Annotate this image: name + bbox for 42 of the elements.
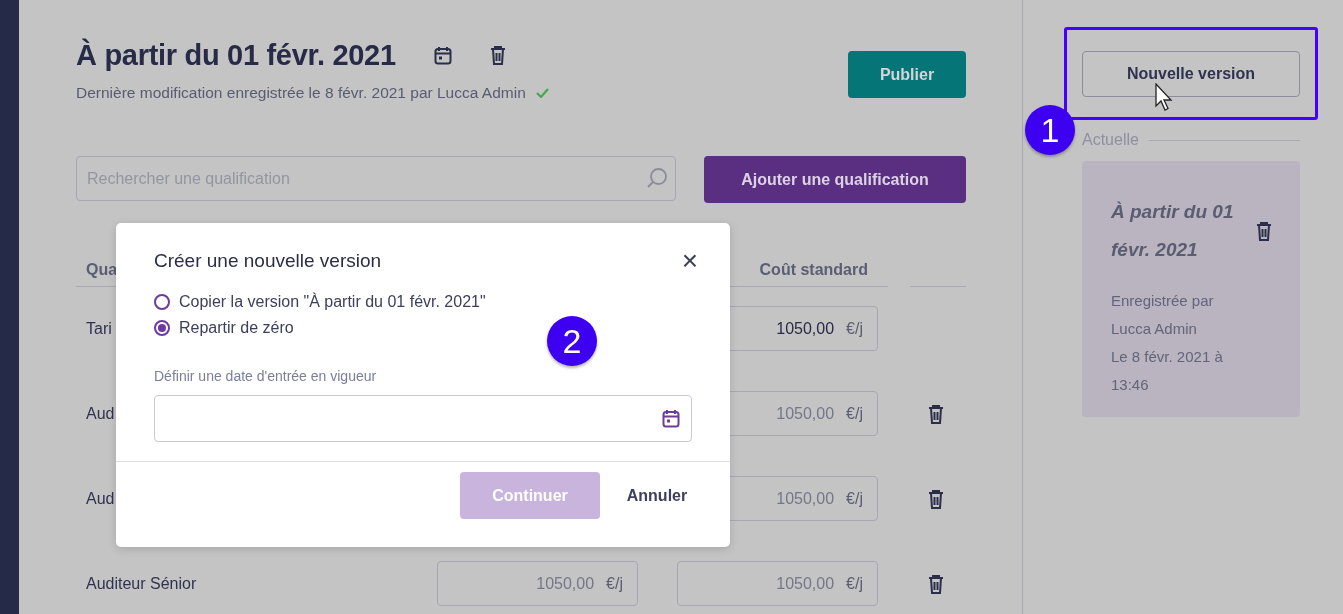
calendar-icon[interactable] (433, 45, 452, 65)
cost-value: 1050,00 (776, 574, 835, 593)
radio-button[interactable] (154, 294, 170, 310)
version-author-text: Enregistrée par Lucca Admin (1111, 291, 1215, 339)
close-button[interactable]: × (681, 247, 698, 275)
unit-label: €/j (606, 574, 623, 593)
calendar-icon[interactable] (662, 409, 680, 428)
publish-button[interactable]: Publier (848, 51, 966, 98)
unit-label: €/j (846, 404, 863, 423)
version-date-text: Le 8 févr. 2021 à 13:46 (1111, 347, 1224, 395)
trash-icon[interactable] (928, 573, 944, 594)
add-qualification-button[interactable]: Ajouter une qualification (704, 156, 966, 203)
date-field[interactable] (154, 395, 692, 442)
cost-value: 1050,00 (776, 319, 835, 338)
page-title: À partir du 01 févr. 2021 (76, 38, 396, 72)
trash-icon[interactable] (1256, 221, 1272, 241)
cost-value: 1050,00 (536, 574, 595, 593)
column-header: Qua (86, 261, 118, 279)
cost-value: 1050,00 (776, 489, 835, 508)
qualification-name: Tari (86, 319, 112, 337)
trash-icon[interactable] (928, 403, 944, 424)
version-card[interactable]: À partir du 01 févr. 2021 Enregistrée par Lucca Admin Le 8 févr. 2021 à 13:46 (1082, 161, 1300, 417)
version-title: À partir du 01 févr. 2021 (1111, 200, 1235, 262)
unit-label: €/j (846, 574, 863, 593)
last-saved-text: Dernière modification enregistrée le 8 févr. 2021 par Lucca Admin (76, 84, 526, 102)
trash-icon[interactable] (489, 45, 506, 65)
unit-label: €/j (846, 319, 863, 338)
option-label: Repartir de zéro (179, 319, 294, 337)
unit-label: €/j (846, 489, 863, 508)
cursor-icon (1155, 83, 1175, 111)
step-badge: 1 (1025, 105, 1075, 155)
column-header: Coût standard (759, 261, 868, 279)
qualification-name: Auditeur Sénior (86, 574, 197, 592)
qualification-name: Aud (86, 489, 115, 507)
qualification-name: Aud (86, 404, 115, 422)
cost-value: 1050,00 (776, 404, 835, 423)
dialog-title: Créer une nouvelle version (154, 250, 382, 272)
field-label: Définir une date d'entrée en vigueur (154, 368, 377, 384)
option-label: Copier la version "À partir du 01 févr. 2021" (179, 293, 486, 311)
trash-icon[interactable] (928, 488, 944, 509)
new-version-button[interactable]: Nouvelle version (1082, 51, 1300, 97)
radio-button[interactable] (154, 320, 170, 336)
